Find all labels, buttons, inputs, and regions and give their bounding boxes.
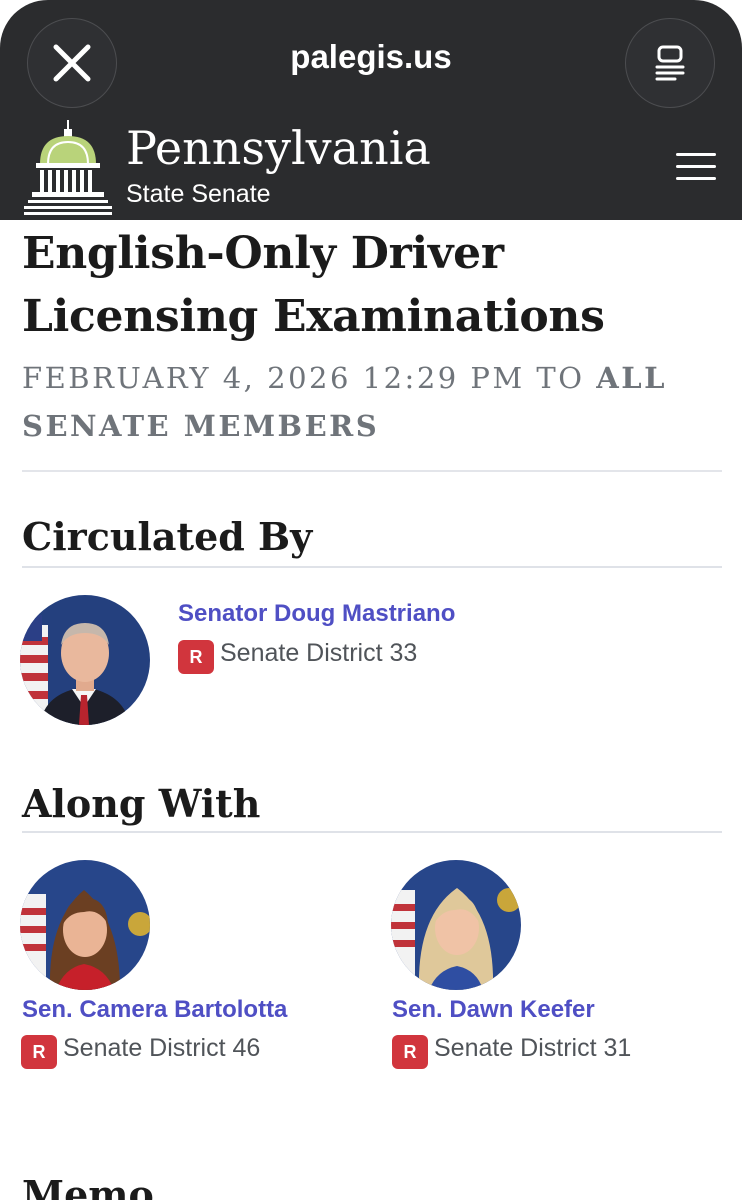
memo-meta: February 4, 2026 12:29 PM to All Senate … [22, 354, 722, 450]
page-title: English-Only Driver Licensing Examinatio… [22, 228, 605, 342]
senate-district: Senate District 31 [434, 1034, 632, 1062]
divider [22, 566, 722, 568]
party-badge: R [392, 1035, 428, 1069]
divider [22, 831, 722, 833]
avatar-camera-bartolotta[interactable] [20, 860, 150, 990]
memo-date: February 4, 2026 12:29 PM to [22, 361, 585, 395]
memo-heading: Memo [22, 1172, 154, 1200]
party-badge: R [178, 640, 214, 674]
capitol-dome-icon[interactable] [24, 120, 112, 216]
hamburger-menu-icon[interactable] [676, 153, 716, 183]
reader-mode-icon [655, 45, 685, 81]
circulated-by-heading: Circulated By [22, 514, 313, 559]
senator-link-doug-mastriano[interactable]: Senator Doug Mastriano [178, 600, 455, 628]
reader-mode-button[interactable] [625, 18, 715, 108]
party-badge: R [21, 1035, 57, 1069]
avatar-doug-mastriano[interactable] [20, 595, 150, 725]
site-chamber-name[interactable]: State Senate [126, 180, 271, 209]
senate-district: Senate District 33 [220, 639, 418, 667]
senator-link-camera-bartolotta[interactable]: Sen. Camera Bartolotta [22, 996, 287, 1024]
senate-district: Senate District 46 [63, 1034, 261, 1062]
divider [22, 470, 722, 472]
memo-header: English-Only Driver Licensing Examinatio… [22, 222, 722, 450]
avatar-dawn-keefer[interactable] [391, 860, 521, 990]
site-state-name[interactable]: Pennsylvania [126, 120, 431, 176]
site-header: palegis.us Pennsylvania State Senate [0, 0, 742, 220]
along-with-heading: Along With [22, 781, 261, 826]
senator-link-dawn-keefer[interactable]: Sen. Dawn Keefer [392, 996, 595, 1024]
